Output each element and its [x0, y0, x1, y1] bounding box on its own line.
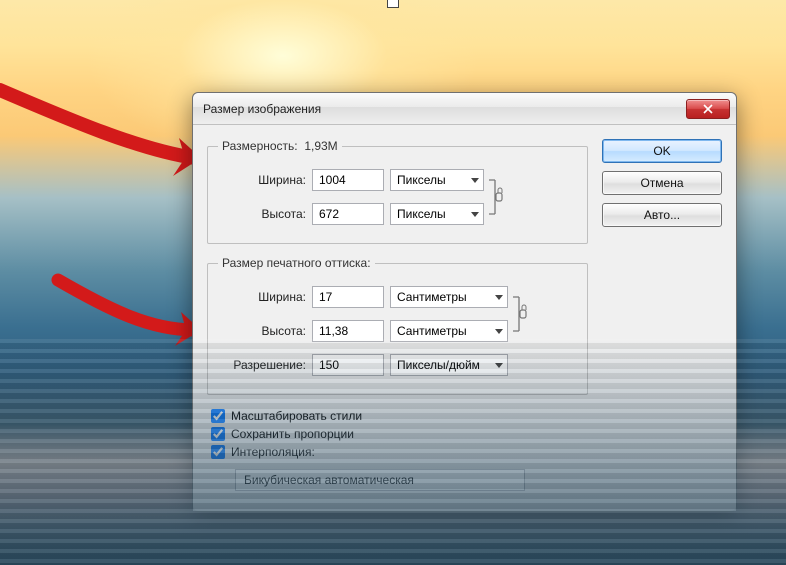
close-button[interactable] [686, 99, 730, 119]
pixel-height-label: Высота: [218, 207, 306, 221]
scale-styles-checkbox[interactable] [211, 409, 225, 423]
chevron-down-icon [471, 212, 479, 217]
pixel-width-unit-select[interactable]: Пикселы [390, 169, 484, 191]
cancel-button[interactable]: Отмена [602, 171, 722, 195]
dialog-title: Размер изображения [203, 102, 686, 116]
file-size-readout: 1,93M [304, 139, 337, 153]
print-height-input[interactable] [312, 320, 384, 342]
print-height-unit-select[interactable]: Сантиметры [390, 320, 508, 342]
constrain-proportions-label: Сохранить пропорции [231, 427, 354, 441]
chevron-down-icon [495, 329, 503, 334]
resolution-label: Разрешение: [218, 358, 306, 372]
interpolation-select[interactable]: Бикубическая автоматическая [235, 469, 525, 491]
print-dimensions-legend: Размер печатного оттиска: [218, 256, 375, 270]
chevron-down-icon [495, 295, 503, 300]
pixel-height-input[interactable] [312, 203, 384, 225]
constrain-link-icon [484, 175, 506, 219]
auto-button[interactable]: Авто... [602, 203, 722, 227]
pixel-width-input[interactable] [312, 169, 384, 191]
resolution-unit-select[interactable]: Пикселы/дюйм [390, 354, 508, 376]
chevron-down-icon [495, 363, 503, 368]
print-dimensions-group: Размер печатного оттиска: Ширина: Сантим… [207, 256, 588, 395]
resample-checkbox[interactable] [211, 445, 225, 459]
options-group: Масштабировать стили Сохранить пропорции… [207, 407, 588, 495]
resample-label: Интерполяция: [231, 445, 315, 459]
print-width-unit-select[interactable]: Сантиметры [390, 286, 508, 308]
scale-styles-label: Масштабировать стили [231, 409, 362, 423]
resample-checkbox-row[interactable]: Интерполяция: [211, 445, 588, 459]
chevron-down-icon [471, 178, 479, 183]
image-size-dialog: Размер изображения Размерность: 1,93M Ши… [192, 92, 737, 512]
print-width-label: Ширина: [218, 290, 306, 304]
background-photo: Размер изображения Размерность: 1,93M Ши… [0, 0, 786, 565]
scale-styles-checkbox-row[interactable]: Масштабировать стили [211, 409, 588, 423]
pixel-dimensions-legend: Размерность: 1,93M [218, 139, 342, 153]
pixel-height-unit-select[interactable]: Пикселы [390, 203, 484, 225]
constrain-proportions-checkbox-row[interactable]: Сохранить пропорции [211, 427, 588, 441]
resolution-input[interactable] [312, 354, 384, 376]
ok-button[interactable]: OK [602, 139, 722, 163]
constrain-link-icon [508, 292, 530, 336]
close-icon [703, 104, 713, 114]
print-width-input[interactable] [312, 286, 384, 308]
annotation-arrow-top [0, 80, 220, 193]
pixel-width-label: Ширина: [218, 173, 306, 187]
print-height-label: Высота: [218, 324, 306, 338]
titlebar[interactable]: Размер изображения [193, 93, 736, 125]
constrain-proportions-checkbox[interactable] [211, 427, 225, 441]
pixel-dimensions-group: Размерность: 1,93M Ширина: Пикселы [207, 139, 588, 244]
